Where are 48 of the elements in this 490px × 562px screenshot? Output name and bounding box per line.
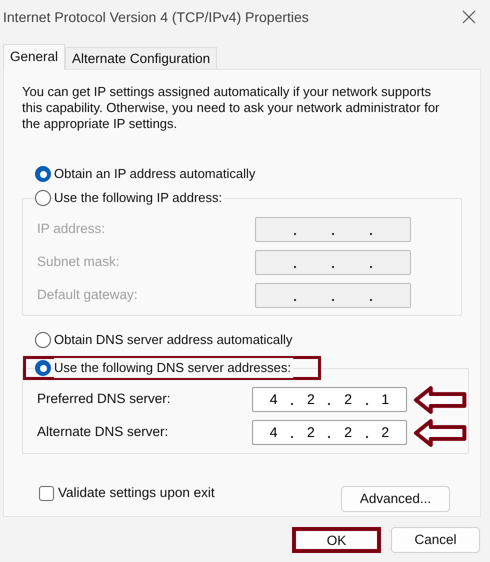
dialog-button[interactable]: Cancel [391, 527, 480, 553]
highlighted-button[interactable]: OK [292, 527, 381, 553]
octet-separator [328, 436, 330, 438]
description-text: You can get IP settings assigned automatically if your network supports this capability. Otherwise, you need to ask your network administrator for the appropriate IP settings. [22, 84, 440, 132]
ip-address-field[interactable] [255, 217, 411, 242]
octet-value: 2 [306, 390, 316, 409]
ip-address-field[interactable]: 4 2 2 2 [252, 420, 407, 445]
octet-value: 4 [268, 390, 279, 409]
field-label: Subnet mask: [37, 253, 121, 272]
checkbox-label: Validate settings upon exit [58, 484, 215, 502]
radio-button[interactable] [35, 360, 51, 376]
octet-separator [366, 436, 368, 438]
tab[interactable]: Alternate Configuration [65, 47, 218, 70]
field-label: Default gateway: [37, 286, 139, 304]
ip-address-field[interactable] [255, 283, 411, 308]
octet-value: 2 [343, 390, 353, 409]
octet-separator [291, 402, 294, 404]
octet-separator [294, 298, 296, 300]
field-label: Alternate DNS server: [37, 423, 170, 442]
octet-value: 2 [343, 423, 353, 442]
octet-separator [294, 232, 296, 234]
octet-separator [332, 298, 334, 300]
octet-separator [291, 436, 294, 438]
octet-separator [370, 232, 372, 234]
close-icon[interactable] [462, 10, 476, 24]
radio-button[interactable] [35, 332, 51, 348]
octet-separator [366, 402, 368, 404]
window-title: Internet Protocol Version 4 (TCP/IPv4) Properties [3, 8, 309, 27]
octet-value: 1 [380, 390, 390, 409]
advanced-button[interactable]: Advanced... [341, 486, 450, 512]
checkbox[interactable] [39, 486, 54, 500]
octet-separator [370, 298, 372, 300]
octet-separator [332, 232, 334, 234]
octet-value: 2 [380, 423, 390, 442]
field-label: IP address: [37, 220, 106, 238]
ip-address-field[interactable]: 4 2 2 1 [252, 387, 407, 412]
octet-separator [370, 266, 372, 268]
octet-separator [294, 266, 296, 268]
field-label: Preferred DNS server: [37, 390, 172, 408]
octet-separator [332, 266, 334, 268]
ip-address-field[interactable] [255, 250, 411, 275]
octet-value: 4 [268, 423, 279, 442]
octet-value: 2 [306, 423, 316, 442]
tab[interactable]: General [3, 44, 66, 70]
radio-button[interactable] [35, 166, 51, 182]
radio-label: Use the following DNS server addresses: [54, 358, 293, 378]
radio-button[interactable] [35, 190, 51, 206]
octet-separator [328, 402, 330, 404]
